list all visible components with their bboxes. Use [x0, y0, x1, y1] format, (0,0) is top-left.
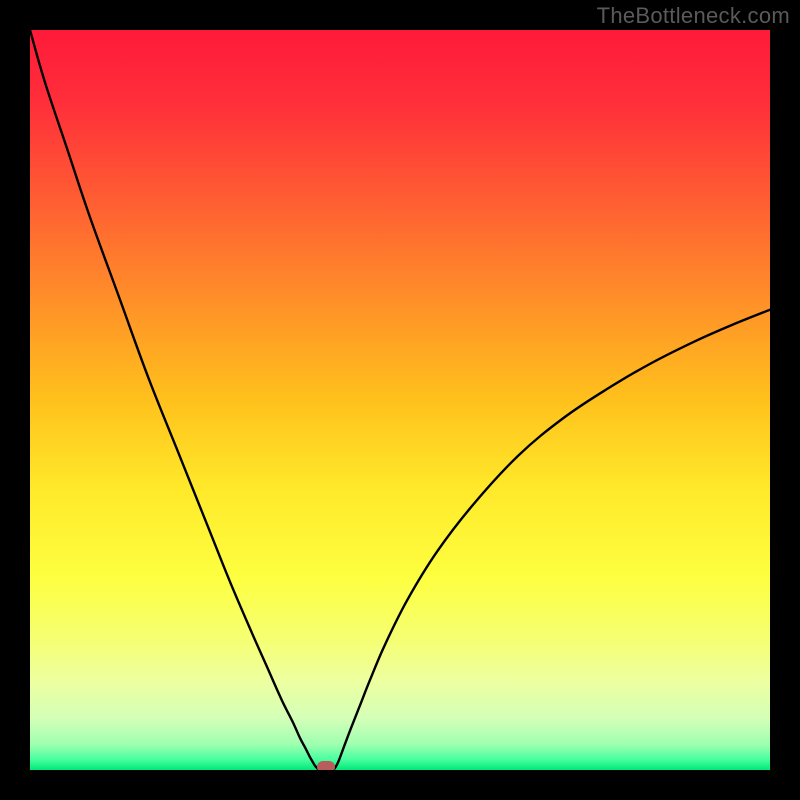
curve-left-branch — [30, 30, 319, 770]
watermark-text: TheBottleneck.com — [597, 3, 790, 29]
minimum-marker — [317, 761, 335, 770]
chart-frame: TheBottleneck.com — [0, 0, 800, 800]
curve-right-branch — [333, 310, 770, 770]
bottleneck-curve — [30, 30, 770, 770]
plot-area — [30, 30, 770, 770]
